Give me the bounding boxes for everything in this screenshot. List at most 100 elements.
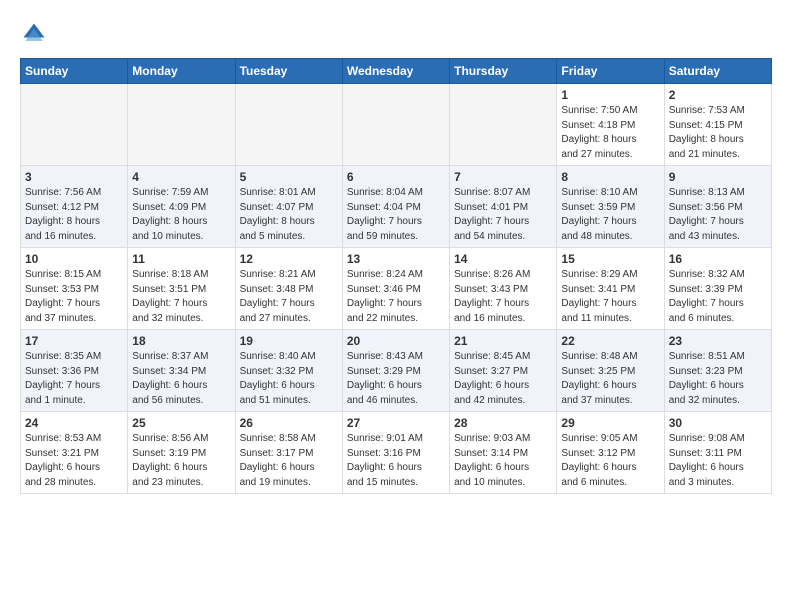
day-number: 29 <box>561 416 659 430</box>
day-number: 22 <box>561 334 659 348</box>
day-number: 4 <box>132 170 230 184</box>
calendar-cell: 26 Sunrise: 8:58 AM Sunset: 3:17 PM Dayli… <box>235 412 342 494</box>
day-number: 6 <box>347 170 445 184</box>
day-info: Sunrise: 8:01 AM Sunset: 4:07 PM Dayligh… <box>240 186 338 244</box>
calendar-week-row: 17 Sunrise: 8:35 AM Sunset: 3:36 PM Dayli… <box>21 330 772 412</box>
day-info: Sunrise: 8:15 AM Sunset: 3:53 PM Dayligh… <box>25 268 123 326</box>
day-info: Sunrise: 8:18 AM Sunset: 3:51 PM Dayligh… <box>132 268 230 326</box>
day-info: Sunrise: 9:08 AM Sunset: 3:11 PM Dayligh… <box>669 432 767 490</box>
calendar-cell <box>235 84 342 166</box>
day-info: Sunrise: 8:56 AM Sunset: 3:19 PM Dayligh… <box>132 432 230 490</box>
day-info: Sunrise: 8:48 AM Sunset: 3:25 PM Dayligh… <box>561 350 659 408</box>
day-info: Sunrise: 7:50 AM Sunset: 4:18 PM Dayligh… <box>561 104 659 162</box>
calendar-cell: 20 Sunrise: 8:43 AM Sunset: 3:29 PM Dayli… <box>342 330 449 412</box>
day-number: 15 <box>561 252 659 266</box>
calendar-cell: 27 Sunrise: 9:01 AM Sunset: 3:16 PM Dayli… <box>342 412 449 494</box>
day-info: Sunrise: 9:03 AM Sunset: 3:14 PM Dayligh… <box>454 432 552 490</box>
calendar-cell: 1 Sunrise: 7:50 AM Sunset: 4:18 PM Daylig… <box>557 84 664 166</box>
calendar-cell: 9 Sunrise: 8:13 AM Sunset: 3:56 PM Daylig… <box>664 166 771 248</box>
day-number: 18 <box>132 334 230 348</box>
calendar-cell <box>450 84 557 166</box>
calendar-cell: 17 Sunrise: 8:35 AM Sunset: 3:36 PM Dayli… <box>21 330 128 412</box>
calendar-header-tuesday: Tuesday <box>235 59 342 84</box>
day-info: Sunrise: 8:45 AM Sunset: 3:27 PM Dayligh… <box>454 350 552 408</box>
calendar-cell: 15 Sunrise: 8:29 AM Sunset: 3:41 PM Dayli… <box>557 248 664 330</box>
day-info: Sunrise: 8:43 AM Sunset: 3:29 PM Dayligh… <box>347 350 445 408</box>
logo <box>20 20 52 48</box>
calendar-header-saturday: Saturday <box>664 59 771 84</box>
day-info: Sunrise: 8:04 AM Sunset: 4:04 PM Dayligh… <box>347 186 445 244</box>
day-info: Sunrise: 9:05 AM Sunset: 3:12 PM Dayligh… <box>561 432 659 490</box>
day-number: 21 <box>454 334 552 348</box>
calendar-cell: 11Sunrise: 8:18 AM Sunset: 3:51 PM Dayli… <box>128 248 235 330</box>
day-number: 7 <box>454 170 552 184</box>
calendar-cell <box>342 84 449 166</box>
day-info: Sunrise: 8:29 AM Sunset: 3:41 PM Dayligh… <box>561 268 659 326</box>
calendar-cell: 2Sunrise: 7:53 AM Sunset: 4:15 PM Daylig… <box>664 84 771 166</box>
day-number: 12 <box>240 252 338 266</box>
calendar-header-thursday: Thursday <box>450 59 557 84</box>
calendar-week-row: 10 Sunrise: 8:15 AM Sunset: 3:53 PM Dayli… <box>21 248 772 330</box>
day-number: 27 <box>347 416 445 430</box>
day-number: 16 <box>669 252 767 266</box>
calendar-header-monday: Monday <box>128 59 235 84</box>
day-info: Sunrise: 8:35 AM Sunset: 3:36 PM Dayligh… <box>25 350 123 408</box>
day-number: 26 <box>240 416 338 430</box>
day-number: 9 <box>669 170 767 184</box>
day-info: Sunrise: 8:21 AM Sunset: 3:48 PM Dayligh… <box>240 268 338 326</box>
day-number: 8 <box>561 170 659 184</box>
calendar: SundayMondayTuesdayWednesdayThursdayFrid… <box>20 58 772 494</box>
day-number: 14 <box>454 252 552 266</box>
calendar-cell <box>128 84 235 166</box>
calendar-week-row: 3 Sunrise: 7:56 AM Sunset: 4:12 PM Daylig… <box>21 166 772 248</box>
calendar-cell: 22 Sunrise: 8:48 AM Sunset: 3:25 PM Dayli… <box>557 330 664 412</box>
day-number: 30 <box>669 416 767 430</box>
calendar-cell: 25 Sunrise: 8:56 AM Sunset: 3:19 PM Dayli… <box>128 412 235 494</box>
day-info: Sunrise: 8:13 AM Sunset: 3:56 PM Dayligh… <box>669 186 767 244</box>
day-info: Sunrise: 8:53 AM Sunset: 3:21 PM Dayligh… <box>25 432 123 490</box>
day-number: 25 <box>132 416 230 430</box>
day-info: Sunrise: 7:53 AM Sunset: 4:15 PM Dayligh… <box>669 104 767 162</box>
calendar-cell: 8Sunrise: 8:10 AM Sunset: 3:59 PM Daylig… <box>557 166 664 248</box>
day-number: 24 <box>25 416 123 430</box>
calendar-cell: 3 Sunrise: 7:56 AM Sunset: 4:12 PM Daylig… <box>21 166 128 248</box>
day-number: 3 <box>25 170 123 184</box>
day-info: Sunrise: 8:51 AM Sunset: 3:23 PM Dayligh… <box>669 350 767 408</box>
day-number: 23 <box>669 334 767 348</box>
day-info: Sunrise: 9:01 AM Sunset: 3:16 PM Dayligh… <box>347 432 445 490</box>
day-number: 17 <box>25 334 123 348</box>
calendar-cell: 28Sunrise: 9:03 AM Sunset: 3:14 PM Dayli… <box>450 412 557 494</box>
calendar-cell: 6 Sunrise: 8:04 AM Sunset: 4:04 PM Daylig… <box>342 166 449 248</box>
calendar-cell: 5 Sunrise: 8:01 AM Sunset: 4:07 PM Daylig… <box>235 166 342 248</box>
day-info: Sunrise: 8:32 AM Sunset: 3:39 PM Dayligh… <box>669 268 767 326</box>
day-info: Sunrise: 8:58 AM Sunset: 3:17 PM Dayligh… <box>240 432 338 490</box>
day-info: Sunrise: 8:26 AM Sunset: 3:43 PM Dayligh… <box>454 268 552 326</box>
logo-icon <box>20 20 48 48</box>
calendar-cell: 21 Sunrise: 8:45 AM Sunset: 3:27 PM Dayli… <box>450 330 557 412</box>
day-info: Sunrise: 7:56 AM Sunset: 4:12 PM Dayligh… <box>25 186 123 244</box>
calendar-cell: 10 Sunrise: 8:15 AM Sunset: 3:53 PM Dayli… <box>21 248 128 330</box>
day-number: 20 <box>347 334 445 348</box>
day-number: 1 <box>561 88 659 102</box>
calendar-week-row: 1 Sunrise: 7:50 AM Sunset: 4:18 PM Daylig… <box>21 84 772 166</box>
calendar-cell: 4 Sunrise: 7:59 AM Sunset: 4:09 PM Daylig… <box>128 166 235 248</box>
day-number: 5 <box>240 170 338 184</box>
header <box>20 16 772 48</box>
day-number: 10 <box>25 252 123 266</box>
calendar-cell: 29 Sunrise: 9:05 AM Sunset: 3:12 PM Dayli… <box>557 412 664 494</box>
calendar-week-row: 24 Sunrise: 8:53 AM Sunset: 3:21 PM Dayli… <box>21 412 772 494</box>
day-info: Sunrise: 7:59 AM Sunset: 4:09 PM Dayligh… <box>132 186 230 244</box>
calendar-cell: 12 Sunrise: 8:21 AM Sunset: 3:48 PM Dayli… <box>235 248 342 330</box>
calendar-cell <box>21 84 128 166</box>
calendar-cell: 24 Sunrise: 8:53 AM Sunset: 3:21 PM Dayli… <box>21 412 128 494</box>
day-info: Sunrise: 8:07 AM Sunset: 4:01 PM Dayligh… <box>454 186 552 244</box>
calendar-header-friday: Friday <box>557 59 664 84</box>
calendar-cell: 7 Sunrise: 8:07 AM Sunset: 4:01 PM Daylig… <box>450 166 557 248</box>
page: SundayMondayTuesdayWednesdayThursdayFrid… <box>0 0 792 504</box>
day-info: Sunrise: 8:40 AM Sunset: 3:32 PM Dayligh… <box>240 350 338 408</box>
day-info: Sunrise: 8:37 AM Sunset: 3:34 PM Dayligh… <box>132 350 230 408</box>
day-number: 19 <box>240 334 338 348</box>
day-number: 13 <box>347 252 445 266</box>
calendar-cell: 18 Sunrise: 8:37 AM Sunset: 3:34 PM Dayli… <box>128 330 235 412</box>
calendar-cell: 13Sunrise: 8:24 AM Sunset: 3:46 PM Dayli… <box>342 248 449 330</box>
